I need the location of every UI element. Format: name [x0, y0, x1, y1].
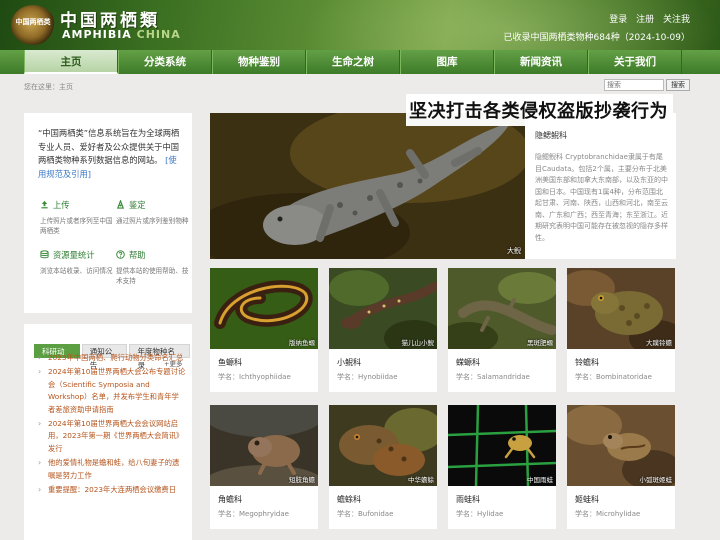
- family-photo-caption: 中华蟾蜍: [408, 476, 434, 484]
- nav-news[interactable]: 新闻资讯: [494, 50, 588, 74]
- family-name: 铃蟾科: [575, 358, 599, 367]
- family-photo-caption: 大蹼铃蟾: [646, 339, 672, 347]
- news-item[interactable]: 重要提醒：2023年大连两栖会议缴费日: [38, 484, 186, 497]
- family-card-hynobiidae[interactable]: 猫儿山小鲵 小鲵科 学名：Hynobiidae: [329, 268, 437, 392]
- feature-help-desc: 提供本站的使用帮助、技术支持: [116, 267, 189, 285]
- family-photo: 黑斑肥螈: [448, 268, 556, 349]
- family-name: 鱼螈科: [218, 358, 242, 367]
- nav-identification[interactable]: 物种鉴别: [212, 50, 306, 74]
- family-photo-caption: 黑斑肥螈: [527, 339, 553, 347]
- news-item[interactable]: 2024年第10届世界两栖大会会议网站启用，2023年第一期《世界两栖大会简讯》…: [38, 418, 186, 455]
- feature-stats-title: 资源量统计: [53, 250, 95, 260]
- family-name: 小鲵科: [337, 358, 361, 367]
- stats-icon: [40, 250, 49, 259]
- news-item[interactable]: 2023年中国两栖、爬行动物分类命名汇总: [38, 352, 186, 365]
- family-photo: 大蹼铃蟾: [567, 268, 675, 349]
- giant-salamander-illustration: [210, 113, 525, 259]
- feature-upload[interactable]: 上传 上传照片或者序列至中国两栖类: [40, 199, 114, 236]
- feature-identify[interactable]: 鉴定 通过照片或序列鉴别物种: [116, 199, 190, 226]
- nav-tree-of-life[interactable]: 生命之树: [306, 50, 400, 74]
- feature-help-title: 帮助: [129, 250, 146, 260]
- species-count: 已收录中国两栖类物种684种（2024-10-09）: [503, 33, 690, 43]
- featured-photo-caption: 大鲵: [507, 247, 521, 255]
- family-scientific-name: 学名：Microhylidae: [575, 510, 641, 518]
- follow-link[interactable]: 关注我: [663, 15, 690, 25]
- family-photo: 短肢角蟾: [210, 405, 318, 486]
- search-input[interactable]: [604, 79, 664, 91]
- family-photo: 中国雨蛙: [448, 405, 556, 486]
- search-button[interactable]: 搜索: [666, 79, 690, 91]
- logo-en-sub: CHINA: [136, 28, 181, 41]
- featured-photo[interactable]: 大鲵: [210, 113, 525, 259]
- family-photo-caption: 小弧斑姬蛙: [639, 476, 673, 484]
- family-scientific-name: 学名：Bufonidae: [337, 510, 394, 518]
- featured-text: 隐鳃鲵科 Cryptobranchidae隶属于有尾目Caudata。包括2个属…: [535, 153, 668, 242]
- help-icon: [116, 250, 125, 259]
- family-photo-caption: 版纳鱼螈: [289, 339, 315, 347]
- feature-help[interactable]: 帮助 提供本站的使用帮助、技术支持: [116, 249, 190, 286]
- family-name: 蝾螈科: [456, 358, 480, 367]
- feature-stats-desc: 浏览本站收录、访问情况: [40, 267, 113, 275]
- intro-panel: “中国两栖类”信息系统旨在为全球两栖专业人员、爱好者及公众提供关于中国两栖类物种…: [24, 113, 192, 313]
- feature-stats[interactable]: 资源量统计 浏览本站收录、访问情况: [40, 249, 114, 276]
- family-photo-caption: 猫儿山小鲵: [401, 339, 435, 347]
- family-photo-caption: 短肢角蟾: [289, 476, 315, 484]
- featured-description: 隐鳃鲵科 隐鳃鲵科 Cryptobranchidae隶属于有尾目Caudata。…: [535, 130, 668, 244]
- family-photo: 中华蟾蜍: [329, 405, 437, 486]
- family-card-microhylidae[interactable]: 小弧斑姬蛙 姬蛙科 学名：Microhylidae: [567, 405, 675, 529]
- logo-english-title: AMPHIBIA CHINA: [62, 28, 181, 41]
- site-header: 中国两栖类 中国两栖類 AMPHIBIA CHINA 登录 注册 关注我 已收录…: [0, 0, 720, 50]
- family-scientific-name: 学名：Bombinatoridae: [575, 373, 652, 381]
- logo-badge-text: 中国两栖类: [15, 18, 51, 26]
- family-scientific-name: 学名：Salamandridae: [456, 373, 530, 381]
- site-logo[interactable]: 中国两栖类: [11, 5, 55, 45]
- family-photo-caption: 中国雨蛙: [527, 476, 553, 484]
- feature-identify-desc: 通过照片或序列鉴别物种: [116, 217, 189, 225]
- family-name: 姬蛙科: [575, 495, 599, 504]
- family-card-hylidae[interactable]: 中国雨蛙 雨蛙科 学名：Hylidae: [448, 405, 556, 529]
- breadcrumb: 您在这里：主页: [24, 83, 73, 91]
- family-name: 雨蛙科: [456, 495, 480, 504]
- nav-about[interactable]: 关于我们: [588, 50, 682, 74]
- featured-family: 大鲵 隐鳃鲵科 隐鳃鲵科 Cryptobranchidae隶属于有尾目Cauda…: [210, 113, 676, 259]
- identify-icon: [116, 200, 125, 209]
- feature-upload-desc: 上传照片或者序列至中国两栖类: [40, 217, 113, 235]
- logo-en-main: AMPHIBIA: [62, 28, 132, 41]
- news-list: 2023年中国两栖、爬行动物分类命名汇总 2024年第10届世界两栖大会公布专题…: [38, 352, 186, 498]
- family-scientific-name: 学名：Megophryidae: [218, 510, 289, 518]
- family-photo: 小弧斑姬蛙: [567, 405, 675, 486]
- news-panel: 科研动态 通知公告 年度物种名录 +更多 2023年中国两栖、爬行动物分类命名汇…: [24, 324, 192, 540]
- family-card-bufonidae[interactable]: 中华蟾蜍 蟾蜍科 学名：Bufonidae: [329, 405, 437, 529]
- featured-title[interactable]: 隐鳃鲵科: [535, 130, 668, 141]
- main-nav: 主页 分类系统 物种鉴别 生命之树 图库 新闻资讯 关于我们: [0, 50, 720, 74]
- family-name: 蟾蜍科: [337, 495, 361, 504]
- family-name: 角蟾科: [218, 495, 242, 504]
- nav-home[interactable]: 主页: [24, 50, 118, 74]
- family-scientific-name: 学名：Ichthyophiidae: [218, 373, 291, 381]
- family-card-bombinatoridae[interactable]: 大蹼铃蟾 铃蟾科 学名：Bombinatoridae: [567, 268, 675, 392]
- family-photo: 版纳鱼螈: [210, 268, 318, 349]
- family-scientific-name: 学名：Hynobiidae: [337, 373, 398, 381]
- register-link[interactable]: 注册: [636, 15, 654, 25]
- family-card-ichthyophiidae[interactable]: 版纳鱼螈 鱼螈科 学名：Ichthyophiidae: [210, 268, 318, 392]
- intro-text: “中国两栖类”信息系统旨在为全球两栖专业人员、爱好者及公众提供关于中国两栖类物种…: [38, 127, 184, 181]
- news-item[interactable]: 他的爱情礼物是蟾和蛙，给八旬妻子的遗嘱是努力工作: [38, 457, 186, 482]
- family-photo: 猫儿山小鲵: [329, 268, 437, 349]
- family-scientific-name: 学名：Hylidae: [456, 510, 504, 518]
- family-card-salamandridae[interactable]: 黑斑肥螈 蝾螈科 学名：Salamandridae: [448, 268, 556, 392]
- news-item[interactable]: 2024年第10届世界两栖大会公布专题讨论会（Scientific Sympos…: [38, 366, 186, 416]
- nav-taxonomy[interactable]: 分类系统: [118, 50, 212, 74]
- top-links: 登录 注册 关注我: [603, 12, 690, 25]
- upload-icon: [41, 200, 48, 209]
- family-card-megophryidae[interactable]: 短肢角蟾 角蟾科 学名：Megophryidae: [210, 405, 318, 529]
- feature-upload-title: 上传: [53, 200, 70, 210]
- intro-description: “中国两栖类”信息系统旨在为全球两栖专业人员、爱好者及公众提供关于中国两栖类物种…: [38, 128, 180, 165]
- login-link[interactable]: 登录: [609, 15, 627, 25]
- feature-identify-title: 鉴定: [129, 200, 146, 210]
- nav-gallery[interactable]: 图库: [400, 50, 494, 74]
- anti-piracy-banner: 坚决打击各类侵权盗版抄袭行为: [406, 94, 673, 126]
